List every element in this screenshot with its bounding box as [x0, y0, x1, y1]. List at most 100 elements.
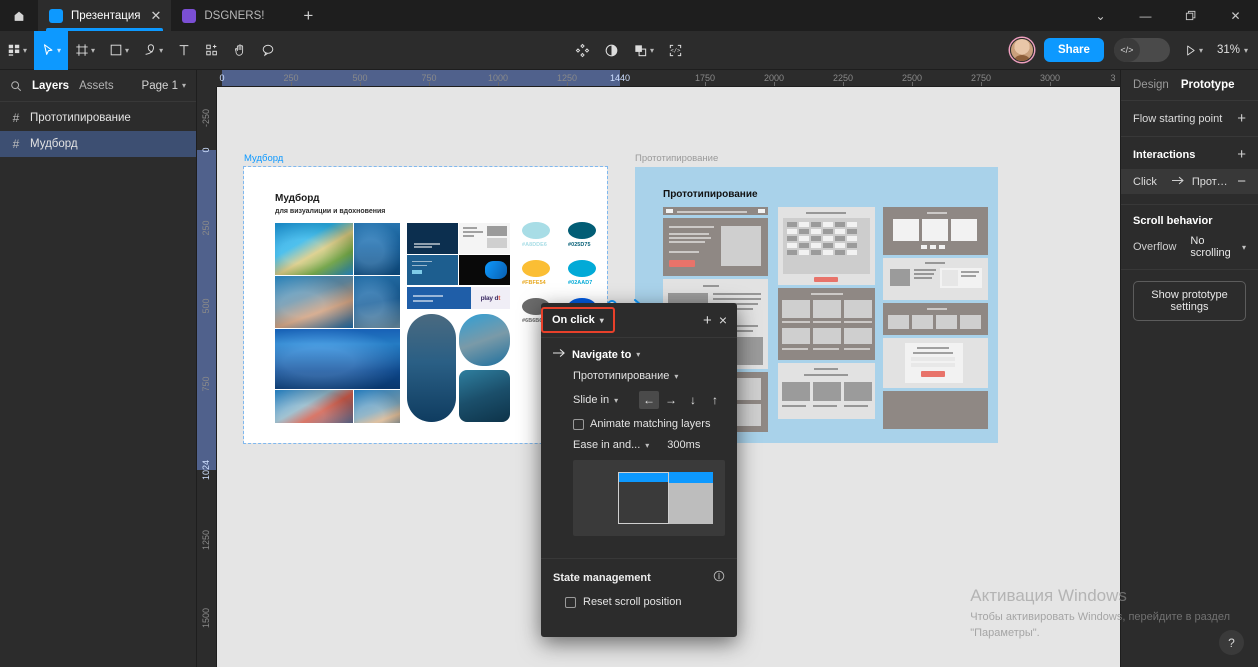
- tab-assets[interactable]: Assets: [79, 80, 114, 92]
- frame-label-prototyping[interactable]: Прототипирование: [635, 153, 718, 164]
- help-button[interactable]: ?: [1219, 630, 1244, 655]
- animation-dropdown[interactable]: Slide in ▾: [573, 394, 618, 406]
- text-tool-icon[interactable]: [170, 31, 198, 70]
- figjam-file-icon: [182, 8, 197, 23]
- tab-presentation[interactable]: Презентация ✕: [38, 0, 172, 31]
- transition-preview[interactable]: [573, 460, 725, 536]
- reset-scroll-position-checkbox[interactable]: [565, 596, 576, 608]
- photo-child-underwater: [407, 314, 456, 422]
- direction-up-button[interactable]: ↑: [705, 391, 725, 409]
- destination-dropdown[interactable]: Прототипирование ▾: [573, 370, 678, 382]
- tab-prototype[interactable]: Prototype: [1181, 79, 1235, 91]
- page-selector[interactable]: Page 1 ▾: [142, 80, 186, 92]
- chevron-down-icon[interactable]: ⌄: [1078, 0, 1123, 31]
- ruler-tick: 750: [201, 376, 211, 392]
- interaction-details-popup[interactable]: On click ▾ + × Navigate to ▾ Прототипиро…: [541, 303, 737, 637]
- contrast-icon[interactable]: [597, 31, 626, 70]
- overflow-dropdown[interactable]: No scrolling ▾: [1190, 235, 1246, 259]
- layer-item-prototyping[interactable]: # Прототипирование: [0, 105, 196, 131]
- direction-right-button[interactable]: →: [661, 391, 681, 409]
- playdot-logo: play dt: [480, 294, 501, 302]
- chevron-down-icon: ▾: [57, 45, 62, 55]
- actions-icon[interactable]: [568, 31, 597, 70]
- wire-reviews: [883, 258, 988, 300]
- direction-down-button[interactable]: ↓: [683, 391, 703, 409]
- direction-left-button[interactable]: ←: [639, 391, 659, 409]
- destination-label: Прототипирование: [573, 370, 670, 382]
- close-icon[interactable]: ✕: [150, 9, 161, 22]
- horizontal-ruler[interactable]: 0 250 500 750 1000 1250 1440 1750 2000 2…: [197, 70, 1120, 87]
- canvas-area[interactable]: 0 250 500 750 1000 1250 1440 1750 2000 2…: [197, 70, 1120, 667]
- duration-value[interactable]: 300ms: [667, 439, 700, 451]
- wireframe-column-3: [883, 207, 988, 432]
- avatar[interactable]: [1009, 38, 1034, 62]
- easing-dropdown[interactable]: Ease in and... ▾: [573, 439, 649, 451]
- animate-matching-layers-label: Animate matching layers: [590, 418, 711, 430]
- prototyping-title: Прототипирование: [663, 189, 758, 200]
- state-management-row: State management: [541, 559, 737, 585]
- comment-tool-icon[interactable]: [254, 31, 282, 70]
- shape-tool-icon[interactable]: ▾: [102, 31, 136, 70]
- toolbar-right-group: Share </> ▾ 31% ▾: [1009, 31, 1258, 70]
- scroll-behavior-title: Scroll behavior: [1133, 215, 1213, 227]
- close-icon[interactable]: ✕: [1213, 0, 1258, 31]
- show-prototype-settings-button[interactable]: Show prototype settings: [1133, 281, 1246, 321]
- main-toolbar: ▾ ▾ ▾ ▾ ▾ ▾ </> Share </> ▾ 31% ▾: [0, 30, 1258, 70]
- interaction-row-click[interactable]: Click Прототипир... −: [1121, 169, 1258, 194]
- destination-row: Прототипирование ▾: [553, 370, 725, 382]
- arrow-right-icon: [552, 348, 566, 361]
- tab-layers[interactable]: Layers: [32, 80, 69, 92]
- ruler-tick: 1440: [609, 73, 631, 83]
- frame-icon: #: [12, 111, 20, 125]
- info-icon[interactable]: [713, 570, 725, 585]
- ruler-tick: 1250: [201, 529, 211, 551]
- tab-dsgners[interactable]: DSGNERS!: [171, 0, 291, 31]
- layer-item-moodboard[interactable]: # Мудборд: [0, 131, 196, 157]
- remove-interaction-button[interactable]: −: [1237, 174, 1246, 189]
- resources-icon[interactable]: [198, 31, 226, 70]
- tab-design[interactable]: Design: [1133, 79, 1169, 91]
- search-icon[interactable]: [10, 80, 22, 92]
- ruler-tick: 500: [201, 298, 211, 314]
- add-interaction-button[interactable]: +: [1237, 147, 1246, 162]
- dev-mode-toggle[interactable]: </>: [1113, 38, 1170, 62]
- wire-slider: [883, 207, 988, 255]
- add-interaction-button[interactable]: +: [696, 312, 719, 329]
- wire-partners: [883, 303, 988, 335]
- animate-matching-layers-checkbox[interactable]: [573, 418, 584, 430]
- title-bar: Презентация ✕ DSGNERS! + ⌄ — ✕: [0, 0, 1258, 31]
- present-button[interactable]: ▾: [1180, 31, 1207, 70]
- chevron-down-icon: ▾: [599, 315, 604, 325]
- pen-tool-icon[interactable]: ▾: [136, 31, 170, 70]
- ruler-tick: 250: [201, 220, 211, 236]
- figma-app-window: Презентация ✕ DSGNERS! + ⌄ — ✕ ▾ ▾ ▾ ▾ ▾…: [0, 0, 1258, 667]
- frame-label-moodboard[interactable]: Мудборд: [244, 153, 283, 164]
- minimize-icon[interactable]: —: [1123, 0, 1168, 31]
- dev-mode-icon[interactable]: </>: [661, 31, 690, 70]
- flow-starting-point-row: Flow starting point +: [1133, 111, 1246, 126]
- interactions-header: Interactions +: [1133, 147, 1246, 162]
- action-row: Navigate to ▾: [552, 348, 725, 361]
- zoom-control[interactable]: 31% ▾: [1217, 44, 1248, 56]
- hand-tool-icon[interactable]: [226, 31, 254, 70]
- trigger-dropdown[interactable]: On click ▾: [541, 307, 615, 333]
- photo-dolphin-pod: [275, 329, 400, 389]
- swatch-item: #02AAD7: [568, 260, 600, 286]
- restore-icon[interactable]: [1168, 0, 1213, 31]
- move-tool-icon[interactable]: ▾: [34, 30, 69, 70]
- easing-label: Ease in and...: [573, 439, 641, 451]
- frame-tool-icon[interactable]: ▾: [68, 31, 102, 70]
- swatch-color: [522, 260, 550, 277]
- action-dropdown[interactable]: Navigate to ▾: [572, 349, 640, 361]
- vertical-ruler[interactable]: -250 0 250 500 750 1024 1250 1500 1750 0…: [197, 87, 217, 667]
- boolean-union-icon[interactable]: ▾: [626, 31, 661, 70]
- new-tab-button[interactable]: +: [291, 0, 325, 31]
- figma-menu-icon[interactable]: ▾: [0, 31, 34, 70]
- home-icon[interactable]: [0, 0, 38, 31]
- chevron-down-icon: ▾: [614, 395, 619, 405]
- easing-row: Ease in and... ▾ 300ms: [553, 439, 725, 451]
- close-popup-button[interactable]: ×: [719, 312, 727, 328]
- ruler-tick: 1024: [201, 459, 211, 481]
- share-button[interactable]: Share: [1043, 38, 1104, 62]
- add-flow-starting-point-button[interactable]: +: [1237, 111, 1246, 126]
